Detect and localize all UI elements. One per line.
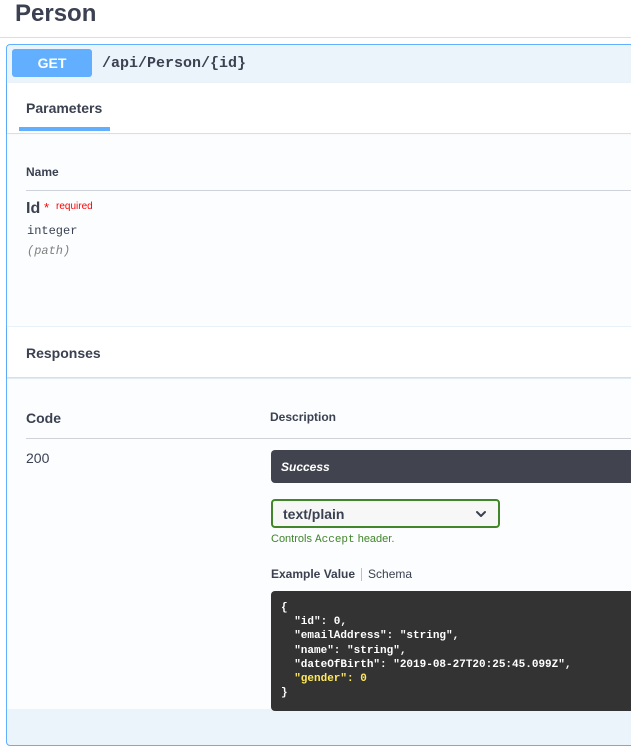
response-description: Success <box>271 450 631 483</box>
required-star: * <box>44 200 50 215</box>
example-tabs: Example Value Schema <box>271 567 412 582</box>
column-description-header: Description <box>270 410 337 424</box>
chevron-down-icon <box>476 511 486 517</box>
code-line: "id": 0, <box>281 616 348 629</box>
parameters-panel <box>7 134 631 326</box>
code-line: "name": "string", <box>281 644 407 657</box>
method-badge[interactable]: GET <box>12 49 92 77</box>
tab-parameters[interactable]: Parameters <box>26 100 102 116</box>
code-line: "dateOfBirth": "2019-08-27T20:25:45.099Z… <box>281 658 572 671</box>
accept-code: Accept <box>315 534 355 546</box>
title-divider <box>0 37 631 38</box>
column-code-header: Code <box>26 410 61 426</box>
media-type-value: text/plain <box>283 506 345 522</box>
code-line: { <box>281 602 288 614</box>
tab-active-indicator <box>19 127 110 131</box>
code-line-highlighted: "gender": 0 <box>281 673 367 686</box>
tab-separator <box>361 568 363 582</box>
tab-schema[interactable]: Schema <box>368 567 412 581</box>
code-line: } <box>281 687 288 700</box>
required-label: required <box>56 201 93 212</box>
code-line: "emailAddress": "string", <box>281 630 460 643</box>
param-type: integer <box>27 224 78 238</box>
media-type-select[interactable]: text/plain <box>271 499 500 528</box>
page-title: Person <box>15 0 97 27</box>
example-code-block: { "id": 0, "emailAddress": "string", "na… <box>271 591 631 711</box>
endpoint-path[interactable]: /api/Person/{id} <box>102 55 246 72</box>
param-name: Id <box>26 200 41 217</box>
param-location: (path) <box>27 244 71 258</box>
response-code: 200 <box>26 450 50 466</box>
controls-accept-note: Controls Accept header. <box>271 533 395 546</box>
responses-divider <box>26 438 631 439</box>
column-name-header: Name <box>26 165 59 179</box>
tab-example-value[interactable]: Example Value <box>271 567 355 581</box>
responses-title: Responses <box>26 345 101 361</box>
parameters-divider <box>26 190 631 191</box>
